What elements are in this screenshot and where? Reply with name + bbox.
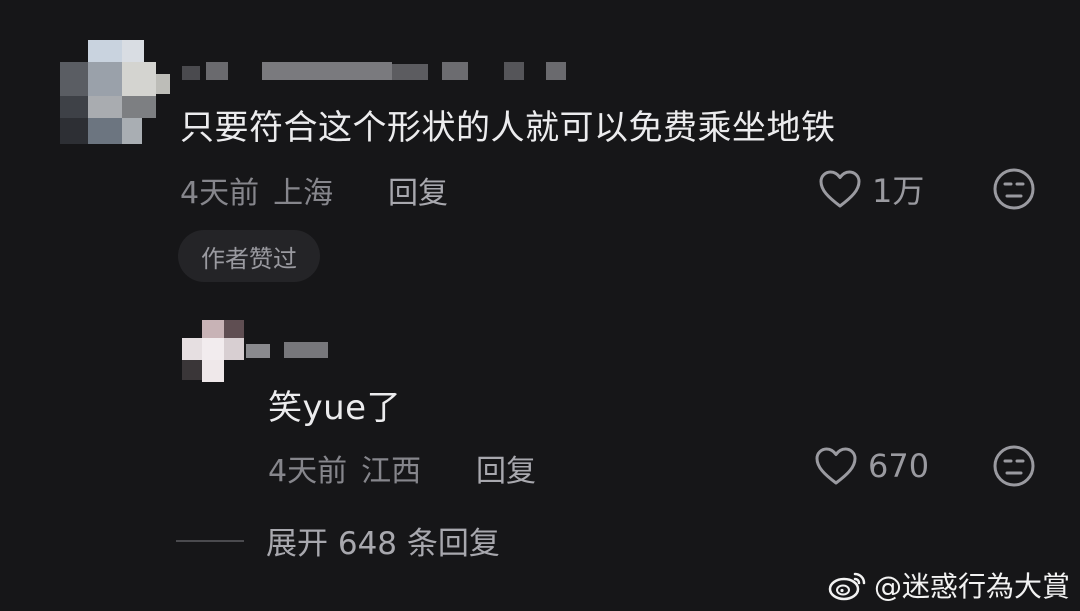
expand-replies-label: 展开 648 条回复 <box>266 526 500 562</box>
avatar[interactable] <box>182 320 246 384</box>
avatar[interactable] <box>60 40 170 145</box>
heart-outline-icon <box>819 170 861 208</box>
watermark-text: @迷惑行為大賞 <box>873 570 1070 603</box>
username[interactable] <box>182 60 572 82</box>
like-button[interactable]: 1万 <box>818 166 924 212</box>
comment-meta: 4天前 上海 <box>180 168 333 212</box>
like-count: 670 <box>868 447 930 485</box>
watermark: @迷惑行為大賞 <box>828 565 1070 605</box>
username[interactable] <box>246 340 336 360</box>
heart-outline-icon <box>815 447 857 485</box>
comment-text: 笑yue了 <box>268 388 402 428</box>
reply-button[interactable]: 回复 <box>476 446 536 490</box>
comment-location: 上海 <box>273 176 334 211</box>
author-liked-badge: 作者赞过 <box>178 230 320 282</box>
like-count: 1万 <box>872 172 925 210</box>
reply-button[interactable]: 回复 <box>388 168 448 212</box>
comment-time: 4天前 <box>268 454 348 489</box>
neutral-face-icon[interactable] <box>992 167 1036 211</box>
divider <box>176 539 244 542</box>
comment-meta: 4天前 江西 <box>268 446 421 490</box>
comment-text: 只要符合这个形状的人就可以免费乘坐地铁 <box>180 108 836 148</box>
comment-location: 江西 <box>361 454 422 489</box>
neutral-face-icon[interactable] <box>992 444 1036 488</box>
weibo-icon <box>828 572 866 601</box>
comment-thread: 只要符合这个形状的人就可以免费乘坐地铁 4天前 上海 回复 1万 作者赞过 笑yu… <box>0 0 1080 611</box>
comment-time: 4天前 <box>180 176 260 211</box>
expand-replies-button[interactable]: 展开 648 条回复 <box>176 518 500 563</box>
like-button[interactable]: 670 <box>814 446 929 486</box>
